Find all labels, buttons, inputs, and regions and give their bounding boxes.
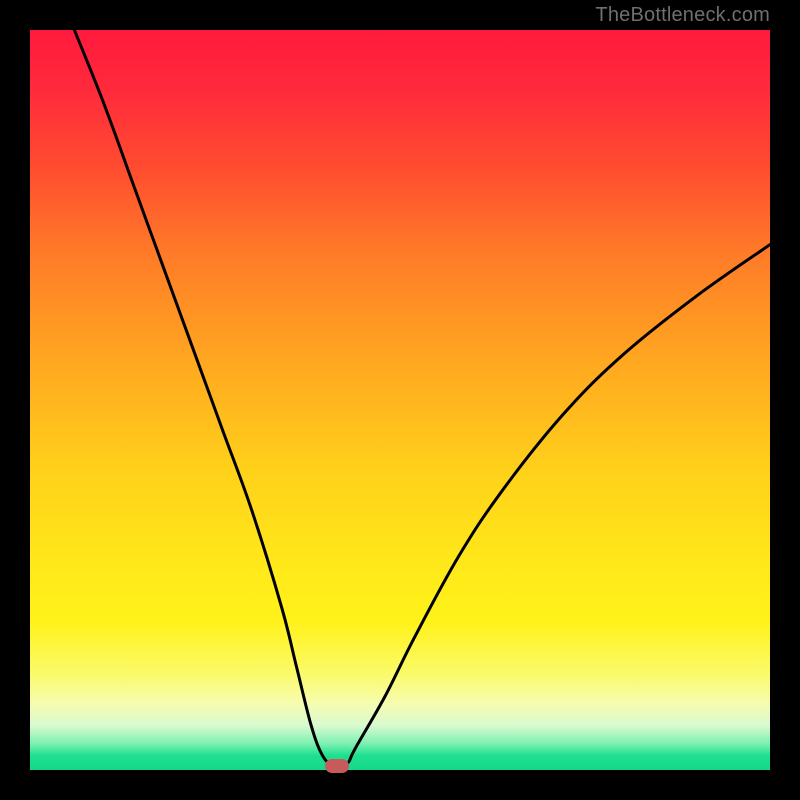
bottleneck-curve bbox=[74, 30, 770, 767]
curve-svg bbox=[30, 30, 770, 770]
plot-area bbox=[30, 30, 770, 770]
chart-frame: TheBottleneck.com bbox=[0, 0, 800, 800]
watermark-text: TheBottleneck.com bbox=[595, 4, 770, 27]
optimal-marker bbox=[325, 759, 349, 773]
